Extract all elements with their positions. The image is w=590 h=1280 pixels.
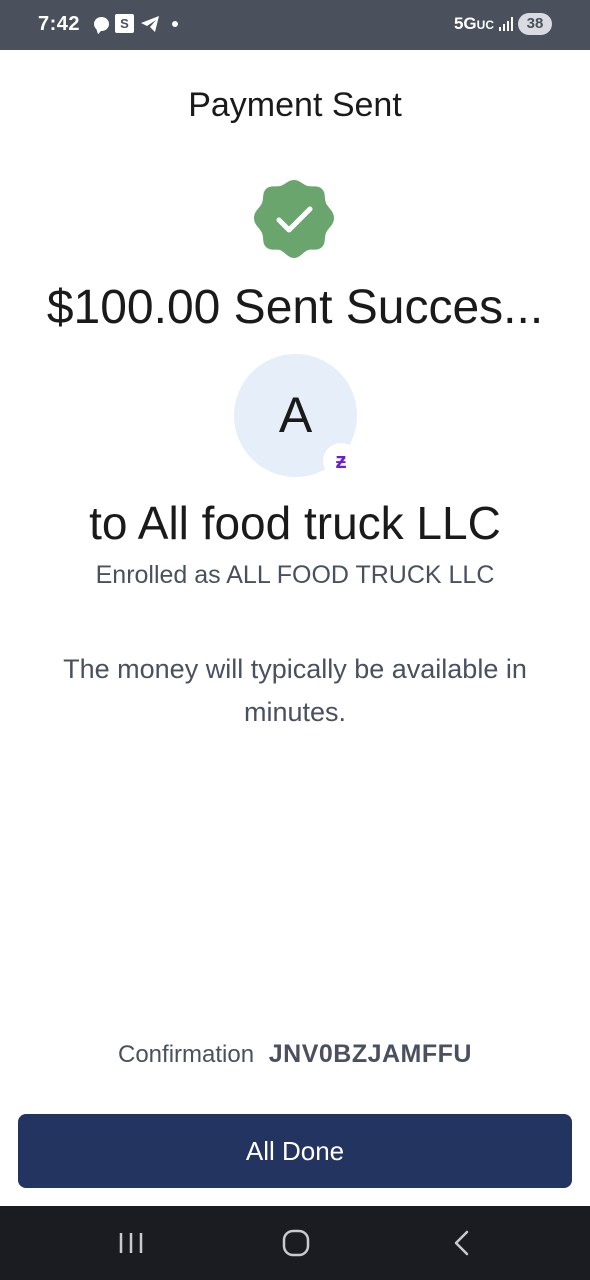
enrolled-as-label: Enrolled as ALL FOOD TRUCK LLC bbox=[95, 561, 495, 589]
confirmation-row: Confirmation JNV0BZJAMFFU bbox=[0, 1040, 590, 1069]
telegram-icon bbox=[141, 15, 159, 32]
all-done-button[interactable]: All Done bbox=[18, 1114, 572, 1188]
recent-apps-icon[interactable] bbox=[111, 1226, 151, 1260]
battery-indicator: 38 bbox=[518, 13, 552, 35]
payment-sent-screen: 7:42 S 5GUC 38 Payment Sent $100.00 Sent bbox=[0, 0, 590, 1280]
back-icon[interactable] bbox=[441, 1226, 481, 1260]
system-navigation-bar bbox=[0, 1206, 590, 1280]
amount-sent-heading: $100.00 Sent Succes... bbox=[46, 281, 544, 334]
s-app-icon: S bbox=[115, 14, 134, 33]
confirmation-label: Confirmation bbox=[118, 1041, 255, 1068]
signal-icon bbox=[499, 17, 513, 31]
status-time: 7:42 bbox=[38, 13, 81, 35]
status-notification-icons: S bbox=[94, 14, 178, 33]
chat-bubble-icon bbox=[94, 16, 109, 31]
confirmation-code: JNV0BZJAMFFU bbox=[268, 1040, 472, 1068]
home-icon[interactable] bbox=[276, 1226, 316, 1260]
page-title: Payment Sent bbox=[188, 86, 402, 124]
status-bar: 7:42 S 5GUC 38 bbox=[0, 0, 590, 50]
network-indicator: 5GUC bbox=[453, 14, 494, 33]
availability-message: The money will typically be available in… bbox=[63, 654, 527, 727]
notification-dot-icon bbox=[172, 20, 178, 27]
recipient-name: to All food truck LLC bbox=[89, 497, 501, 549]
zelle-icon: ƶ bbox=[323, 443, 359, 479]
checkmark-badge-icon bbox=[254, 180, 334, 258]
status-system-icons: 5GUC 38 bbox=[454, 13, 552, 35]
